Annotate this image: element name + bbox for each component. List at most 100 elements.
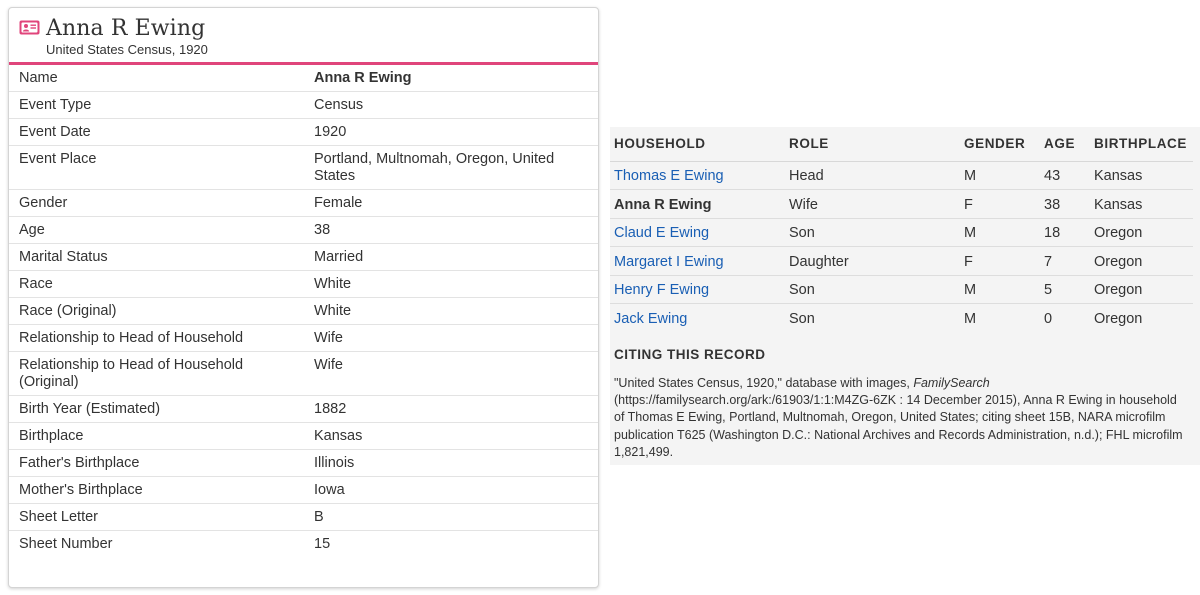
member-role-cell: Son	[785, 275, 960, 304]
field-value: Married	[314, 249, 364, 265]
member-name-cell: Thomas E Ewing	[610, 161, 785, 190]
record-field-row: Event Date 1920	[9, 119, 598, 146]
field-label: Race	[19, 276, 53, 292]
field-value: B	[314, 509, 324, 525]
field-label: Event Place	[19, 151, 97, 167]
field-value: 15	[314, 536, 331, 552]
member-name-current: Anna R Ewing	[610, 189, 785, 219]
field-label: Relationship to Head of Household	[19, 330, 244, 346]
member-name-link[interactable]: Henry F Ewing	[614, 282, 709, 298]
field-label: Birthplace	[19, 428, 84, 444]
record-header: Anna R Ewing United States Census, 1920	[9, 8, 598, 65]
member-name-cell: Jack Ewing	[610, 304, 785, 333]
record-field-row: Race (Original) White	[9, 298, 598, 325]
household-row: Thomas E Ewing Head M 43 Kansas	[610, 161, 1193, 190]
member-age-cell: 7	[1040, 246, 1090, 276]
record-field-row: Sheet Letter B	[9, 504, 598, 531]
member-birthplace-cell: Oregon	[1094, 311, 1143, 327]
member-birthplace-cell: Kansas	[1090, 161, 1193, 190]
field-value: Female	[314, 195, 363, 211]
member-name-cell: Henry F Ewing	[610, 275, 785, 304]
member-name-cell: Margaret I Ewing	[610, 246, 785, 276]
household-column-header: HOUSEHOLD	[610, 127, 785, 162]
member-gender-cell: F	[960, 246, 1040, 276]
member-role-cell: Daughter	[785, 246, 960, 276]
household-row: Anna R Ewing Wife F 38 Kansas	[610, 189, 1193, 219]
field-value: Illinois	[314, 455, 355, 471]
field-label: Race (Original)	[19, 303, 117, 319]
household-panel: HOUSEHOLD ROLE GENDER AGE BIRTHPLACE Tho…	[610, 127, 1200, 465]
record-subtitle: United States Census, 1920	[46, 42, 208, 57]
record-field-row: Gender Female	[9, 190, 598, 217]
member-age-cell: 5	[1040, 275, 1090, 304]
field-label: Marital Status	[19, 249, 108, 265]
field-label: Event Date	[19, 124, 91, 140]
citing-heading: CITING THIS RECORD	[614, 347, 766, 362]
member-name-link[interactable]: Thomas E Ewing	[614, 168, 724, 184]
household-row: Margaret I Ewing Daughter F 7 Oregon	[610, 246, 1193, 276]
member-gender-cell: F	[960, 189, 1040, 219]
record-field-row: Event Place Portland, Multnomah, Oregon, …	[9, 146, 598, 190]
field-label: Birth Year (Estimated)	[19, 401, 161, 417]
record-field-row: Event Type Census	[9, 92, 598, 119]
citation-prefix: "United States Census, 1920," database w…	[614, 376, 914, 390]
household-table: HOUSEHOLD ROLE GENDER AGE BIRTHPLACE Tho…	[610, 127, 1193, 332]
member-role-cell: Wife	[785, 189, 960, 219]
member-age-cell: 43	[1040, 161, 1090, 190]
field-label: Father's Birthplace	[19, 455, 140, 471]
record-field-row: Marital Status Married	[9, 244, 598, 271]
field-label: Relationship to Head of Household (Origi…	[19, 357, 244, 390]
gender-column-header: GENDER	[960, 127, 1040, 162]
member-birthplace-cell: Kansas	[1090, 189, 1193, 219]
record-field-row: Race White	[9, 271, 598, 298]
member-gender-cell: M	[960, 161, 1040, 190]
member-gender-cell: M	[960, 275, 1040, 304]
birthplace-column-header: BIRTHPLACE	[1090, 127, 1193, 162]
record-field-row: Relationship to Head of Household Wife	[9, 325, 598, 352]
field-label: Sheet Letter	[19, 509, 98, 525]
member-birthplace-cell: Oregon	[1090, 218, 1193, 247]
member-gender-cell: M	[964, 311, 977, 327]
role-column-header: ROLE	[785, 127, 960, 162]
member-name-link[interactable]: Jack Ewing	[614, 311, 687, 327]
field-value: Portland, Multnomah, Oregon, United Stat…	[314, 151, 555, 184]
record-field-row: Relationship to Head of Household (Origi…	[9, 352, 598, 396]
member-role-cell: Son	[785, 218, 960, 247]
record-field-row: Sheet Number 15	[9, 531, 598, 558]
household-row: Claud E Ewing Son M 18 Oregon	[610, 218, 1193, 247]
field-value: Wife	[314, 330, 343, 346]
age-column-header: AGE	[1040, 127, 1090, 162]
record-title: Anna R Ewing	[46, 16, 206, 41]
member-role-cell: Son	[789, 311, 815, 327]
record-field-row: Birth Year (Estimated) 1882	[9, 396, 598, 423]
field-label: Sheet Number	[19, 536, 113, 552]
member-name-link[interactable]: Margaret I Ewing	[614, 254, 724, 270]
member-birthplace-cell: Oregon	[1090, 246, 1193, 276]
member-name-cell: Claud E Ewing	[610, 218, 785, 247]
field-label: Mother's Birthplace	[19, 482, 143, 498]
record-fields-table: Name Anna R Ewing Event Type Census Event Da…	[9, 65, 598, 557]
field-value: Anna R Ewing	[314, 70, 412, 86]
field-value: Wife	[314, 357, 343, 373]
field-value: 38	[314, 222, 331, 238]
record-field-row: Birthplace Kansas	[9, 423, 598, 450]
member-birthplace-cell: Oregon	[1090, 275, 1193, 304]
member-name-link[interactable]: Claud E Ewing	[614, 225, 709, 241]
household-row: Jack Ewing Son M 0 Oregon	[610, 304, 1193, 333]
citation-source: FamilySearch	[913, 376, 990, 390]
member-gender-cell: M	[960, 218, 1040, 247]
field-value: 1882	[314, 401, 347, 417]
member-age-cell: 18	[1040, 218, 1090, 247]
record-field-row: Name Anna R Ewing	[9, 65, 598, 92]
field-value: White	[314, 303, 352, 319]
field-value: Kansas	[314, 428, 363, 444]
citation-text: "United States Census, 1920," database w…	[614, 375, 1184, 461]
person-record-icon	[19, 20, 40, 35]
household-header-row: HOUSEHOLD ROLE GENDER AGE BIRTHPLACE	[610, 127, 1193, 162]
field-value: Iowa	[314, 482, 345, 498]
field-value: Census	[314, 97, 364, 113]
member-age-cell: 0	[1044, 311, 1053, 327]
field-value: White	[314, 276, 352, 292]
citation-suffix: (https://familysearch.org/ark:/61903/1:1…	[614, 393, 1183, 459]
field-label: Event Type	[19, 97, 92, 113]
